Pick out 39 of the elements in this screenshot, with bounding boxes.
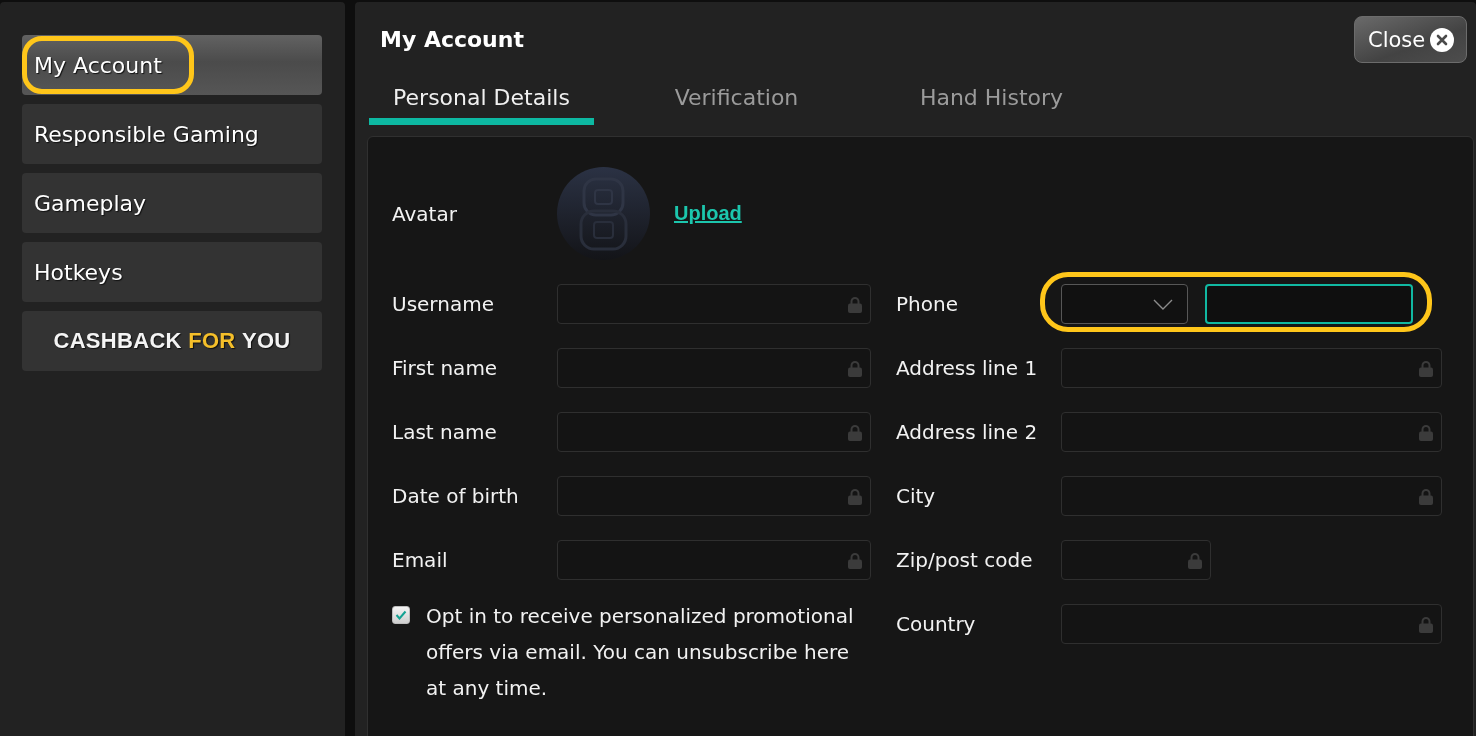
- input-field[interactable]: [1061, 604, 1442, 644]
- close-icon: [1430, 27, 1455, 52]
- sidebar-item[interactable]: Gameplay: [22, 173, 322, 233]
- input-field[interactable]: [557, 540, 871, 580]
- input-field[interactable]: [1061, 476, 1442, 516]
- opt-in-text: Opt in to receive personalized promotional offers via email. You can unsubscribe here at any time.: [426, 603, 855, 702]
- field-label: Zip/post code: [896, 548, 1034, 572]
- field-label: Email: [392, 548, 449, 572]
- sidebar-item[interactable]: Hotkeys: [22, 242, 322, 302]
- sidebar-item[interactable]: Responsible Gaming: [22, 104, 322, 164]
- checkbox[interactable]: [392, 606, 410, 624]
- cashback-promo-button[interactable]: CASHBACK FOR YOU: [22, 311, 322, 371]
- dialog-title: My Account: [380, 27, 524, 52]
- field-label: Address line 2: [896, 420, 1039, 444]
- field-label: Last name: [392, 420, 498, 444]
- tab[interactable]: Verification: [624, 70, 849, 125]
- input-field[interactable]: [1061, 540, 1211, 580]
- tab[interactable]: Hand History: [879, 70, 1104, 125]
- field-label: Country: [896, 612, 977, 636]
- field-label: Address line 1: [896, 356, 1039, 380]
- close-button[interactable]: Close: [1354, 16, 1467, 63]
- field-label: First name: [392, 356, 499, 380]
- field-label: Avatar: [392, 201, 458, 226]
- input-field[interactable]: [557, 348, 871, 388]
- country-code-select[interactable]: [1061, 284, 1188, 324]
- field-label: Username: [392, 292, 495, 316]
- field-label: Date of birth: [392, 484, 520, 508]
- upload-link[interactable]: Upload: [674, 202, 742, 225]
- input-field[interactable]: [1061, 412, 1442, 452]
- chevron-down-icon: [1153, 298, 1173, 310]
- tab[interactable]: Personal Details: [369, 70, 594, 125]
- input-field[interactable]: [557, 476, 871, 516]
- input-field[interactable]: [557, 412, 871, 452]
- phone-number-field[interactable]: [1205, 284, 1413, 324]
- input-field[interactable]: [557, 284, 871, 324]
- field-label: Phone: [896, 292, 959, 316]
- sidebar-item[interactable]: My Account: [22, 35, 322, 95]
- field-label: City: [896, 484, 937, 508]
- input-field[interactable]: [1061, 348, 1442, 388]
